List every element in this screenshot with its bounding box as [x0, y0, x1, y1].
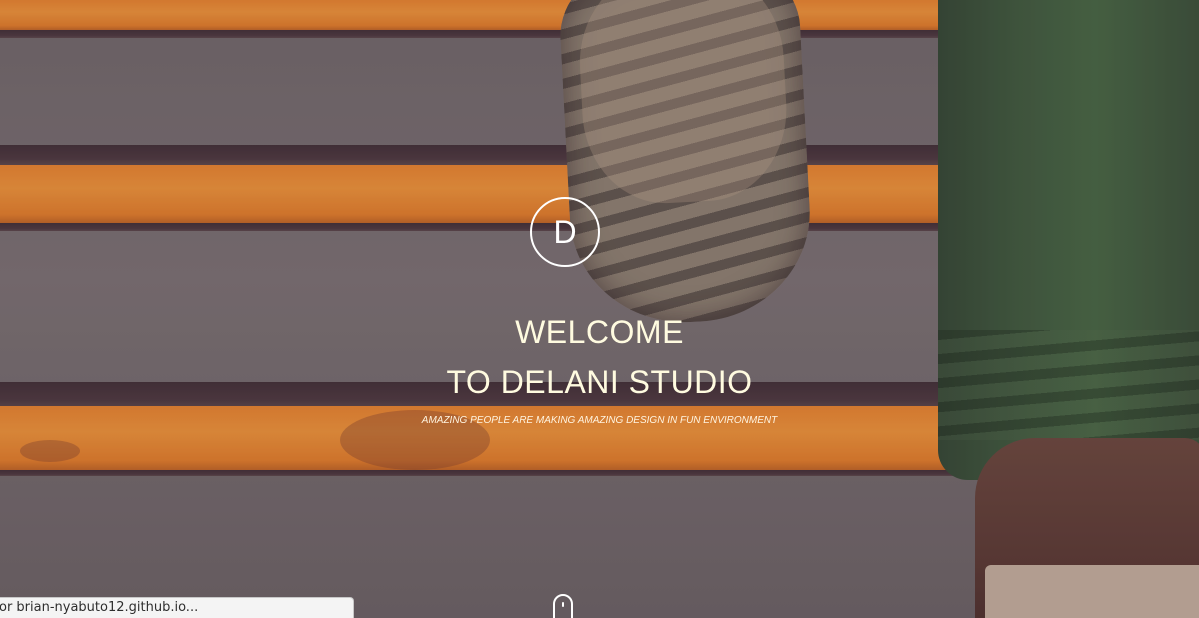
scroll-wheel-mark	[562, 602, 564, 607]
hero-background-photo	[0, 0, 1199, 618]
mouse-scroll-icon[interactable]	[553, 594, 573, 618]
hero-section: D WELCOME TO DELANI STUDIO AMAZING PEOPL…	[0, 0, 1199, 618]
hero-title-line1: WELCOME	[515, 314, 684, 350]
photo-overlay	[0, 0, 1199, 618]
status-url-text: or brian-nyabuto12.github.io...	[0, 600, 199, 615]
browser-status-bar: or brian-nyabuto12.github.io...	[0, 597, 354, 618]
logo-letter: D	[553, 213, 577, 250]
hero-title-line2: TO DELANI STUDIO	[446, 364, 753, 400]
hero-tagline: AMAZING PEOPLE ARE MAKING AMAZING DESIGN…	[421, 415, 778, 426]
studio-logo[interactable]: D	[530, 197, 600, 267]
